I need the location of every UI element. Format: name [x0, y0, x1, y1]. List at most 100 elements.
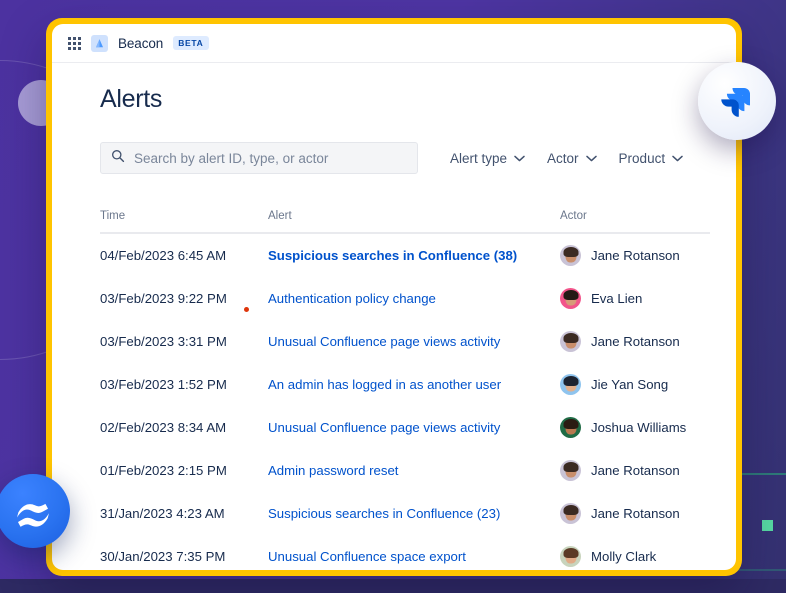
avatar: [560, 546, 581, 567]
filter-toolbar: Alert type Actor Product: [100, 142, 710, 174]
top-navigation-bar: Beacon BETA: [52, 24, 736, 63]
filter-dropdown-group: Alert type Actor Product: [450, 151, 683, 166]
cell-time: 03/Feb/2023 1:52 PM: [100, 377, 227, 392]
actor-cell: Jane Rotanson: [560, 503, 710, 524]
alert-link[interactable]: Unusual Confluence page views activity: [268, 420, 500, 435]
cell-time: 30/Jan/2023 7:35 PM: [100, 549, 226, 564]
filter-actor-label: Actor: [547, 150, 579, 166]
beacon-logo-icon: [91, 34, 108, 52]
table-header-row: Time Alert Actor: [100, 210, 710, 234]
brand-name: Beacon: [118, 35, 164, 51]
alerts-table-head: Time Alert Actor: [100, 210, 710, 234]
page-content: Alerts Alert type: [52, 63, 736, 570]
cell-actor: Eva Lien: [560, 277, 710, 320]
column-header-actor: Actor: [560, 210, 710, 234]
actor-cell: Jane Rotanson: [560, 460, 710, 481]
actor-cell: Eva Lien: [560, 288, 710, 309]
avatar: [560, 503, 581, 524]
app-window-body: Beacon BETA Alerts Search by alert ID, t…: [52, 24, 736, 570]
actor-cell: Joshua Williams: [560, 417, 710, 438]
actor-name: Jane Rotanson: [591, 248, 680, 263]
column-header-time: Time: [100, 210, 268, 234]
cell-alert: An admin has logged in as another user: [268, 363, 560, 406]
cell-time: 01/Feb/2023 2:15 PM: [100, 463, 227, 478]
filter-alert-type-dropdown[interactable]: Alert type: [450, 151, 525, 166]
column-header-alert: Alert: [268, 210, 560, 234]
table-row[interactable]: 03/Feb/2023 3:31 PM Unusual Confluence pa…: [100, 320, 710, 363]
alert-link[interactable]: Suspicious searches in Confluence (23): [268, 506, 500, 521]
table-row[interactable]: 30/Jan/2023 7:35 PM Unusual Confluence sp…: [100, 535, 710, 570]
actor-cell: Jane Rotanson: [560, 331, 710, 352]
avatar: [560, 288, 581, 309]
table-row[interactable]: 03/Feb/2023 1:52 PM An admin has logged i…: [100, 363, 710, 406]
cell-alert: Unusual Confluence space export: [268, 535, 560, 570]
alerts-table-body: 04/Feb/2023 6:45 AM Suspicious searches i…: [100, 233, 710, 570]
cell-actor: Joshua Williams: [560, 406, 710, 449]
search-box[interactable]: [100, 142, 418, 174]
cell-time: 31/Jan/2023 4:23 AM: [100, 506, 225, 521]
cell-actor: Jie Yan Song: [560, 363, 710, 406]
avatar: [560, 331, 581, 352]
alert-link[interactable]: Authentication policy change: [268, 291, 436, 306]
cell-time: 02/Feb/2023 8:34 AM: [100, 420, 227, 435]
actor-cell: Molly Clark: [560, 546, 710, 567]
table-row[interactable]: 02/Feb/2023 8:34 AM Unusual Confluence pa…: [100, 406, 710, 449]
decorative-teal-line-secondary: [738, 569, 786, 571]
table-row[interactable]: 31/Jan/2023 4:23 AM Suspicious searches i…: [100, 492, 710, 535]
filter-product-label: Product: [618, 150, 666, 166]
chevron-down-icon: [585, 155, 597, 161]
alert-link[interactable]: Unusual Confluence space export: [268, 549, 466, 564]
chevron-down-icon: [672, 155, 683, 161]
cell-actor: Jane Rotanson: [560, 449, 710, 492]
filter-product-dropdown[interactable]: Product: [619, 151, 684, 166]
table-row[interactable]: 03/Feb/2023 9:22 PM Authentication policy…: [100, 277, 710, 320]
cell-time: 03/Feb/2023 9:22 PM: [100, 277, 268, 320]
unread-indicator-dot: [244, 307, 249, 312]
beta-badge: BETA: [173, 36, 209, 50]
table-row[interactable]: 01/Feb/2023 2:15 PM Admin password reset J…: [100, 449, 710, 492]
filter-alert-type-label: Alert type: [450, 150, 508, 166]
alert-link[interactable]: Suspicious searches in Confluence (38): [268, 248, 517, 263]
actor-name: Jane Rotanson: [591, 506, 680, 521]
cell-actor: Jane Rotanson: [560, 320, 710, 363]
alert-link[interactable]: Admin password reset: [268, 463, 398, 478]
cell-alert: Admin password reset: [268, 449, 560, 492]
avatar: [560, 374, 581, 395]
alert-link[interactable]: Unusual Confluence page views activity: [268, 334, 500, 349]
actor-name: Eva Lien: [591, 291, 643, 306]
cell-actor: Jane Rotanson: [560, 492, 710, 535]
cell-time: 03/Feb/2023 3:31 PM: [100, 334, 227, 349]
avatar: [560, 245, 581, 266]
search-icon: [111, 149, 125, 168]
jira-app-icon: [698, 62, 776, 140]
actor-name: Molly Clark: [591, 549, 657, 564]
avatar: [560, 460, 581, 481]
actor-name: Joshua Williams: [591, 420, 687, 435]
actor-name: Jie Yan Song: [591, 377, 669, 392]
decorative-bottom-band: [0, 579, 786, 593]
page-title: Alerts: [100, 85, 163, 113]
cell-alert: Authentication policy change: [268, 277, 560, 320]
alert-link[interactable]: An admin has logged in as another user: [268, 377, 501, 392]
filter-actor-dropdown[interactable]: Actor: [547, 151, 597, 166]
cell-alert: Unusual Confluence page views activity: [268, 406, 560, 449]
search-input[interactable]: [134, 150, 407, 166]
actor-cell: Jie Yan Song: [560, 374, 710, 395]
actor-name: Jane Rotanson: [591, 463, 680, 478]
grid-apps-icon[interactable]: [68, 36, 81, 50]
table-row[interactable]: 04/Feb/2023 6:45 AM Suspicious searches i…: [100, 233, 710, 277]
app-window-frame: Beacon BETA Alerts Search by alert ID, t…: [46, 18, 742, 576]
chevron-down-icon: [514, 155, 525, 161]
screenshot-stage: Beacon BETA Alerts Search by alert ID, t…: [0, 0, 786, 593]
alerts-table: Time Alert Actor 04/Feb/2023 6:45 AM Susp…: [100, 210, 710, 570]
cell-actor: Molly Clark: [560, 535, 710, 570]
cell-actor: Jane Rotanson: [560, 233, 710, 277]
actor-name: Jane Rotanson: [591, 334, 680, 349]
cell-alert: Suspicious searches in Confluence (23): [268, 492, 560, 535]
decorative-teal-square: [762, 520, 773, 531]
avatar: [560, 417, 581, 438]
cell-alert: Suspicious searches in Confluence (38): [268, 233, 560, 277]
cell-alert: Unusual Confluence page views activity: [268, 320, 560, 363]
actor-cell: Jane Rotanson: [560, 245, 710, 266]
cell-time: 04/Feb/2023 6:45 AM: [100, 248, 227, 263]
